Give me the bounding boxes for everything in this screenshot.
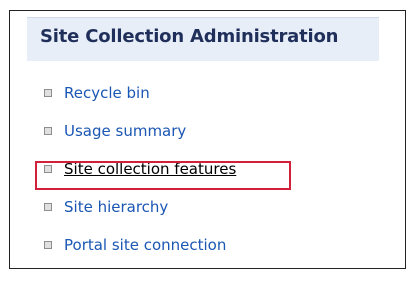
link-recycle-bin[interactable]: Recycle bin	[64, 84, 150, 102]
bullet-icon	[44, 241, 52, 249]
bullet-icon	[44, 203, 52, 211]
link-portal-site-connection[interactable]: Portal site connection	[64, 236, 226, 254]
admin-links-list: Recycle bin Usage summary Site collectio…	[44, 74, 364, 264]
list-item-site-hierarchy[interactable]: Site hierarchy	[44, 188, 364, 226]
list-item-recycle-bin[interactable]: Recycle bin	[44, 74, 364, 112]
bullet-icon	[44, 89, 52, 97]
list-item-usage-summary[interactable]: Usage summary	[44, 112, 364, 150]
bullet-icon	[44, 165, 52, 173]
section-title: Site Collection Administration	[40, 26, 339, 47]
list-item-site-collection-features[interactable]: Site collection features	[44, 150, 364, 188]
link-site-collection-features[interactable]: Site collection features	[64, 160, 236, 178]
link-usage-summary[interactable]: Usage summary	[64, 122, 186, 140]
section-header: Site Collection Administration	[27, 17, 379, 61]
link-site-hierarchy[interactable]: Site hierarchy	[64, 198, 168, 216]
bullet-icon	[44, 127, 52, 135]
list-item-portal-site-connection[interactable]: Portal site connection	[44, 226, 364, 264]
